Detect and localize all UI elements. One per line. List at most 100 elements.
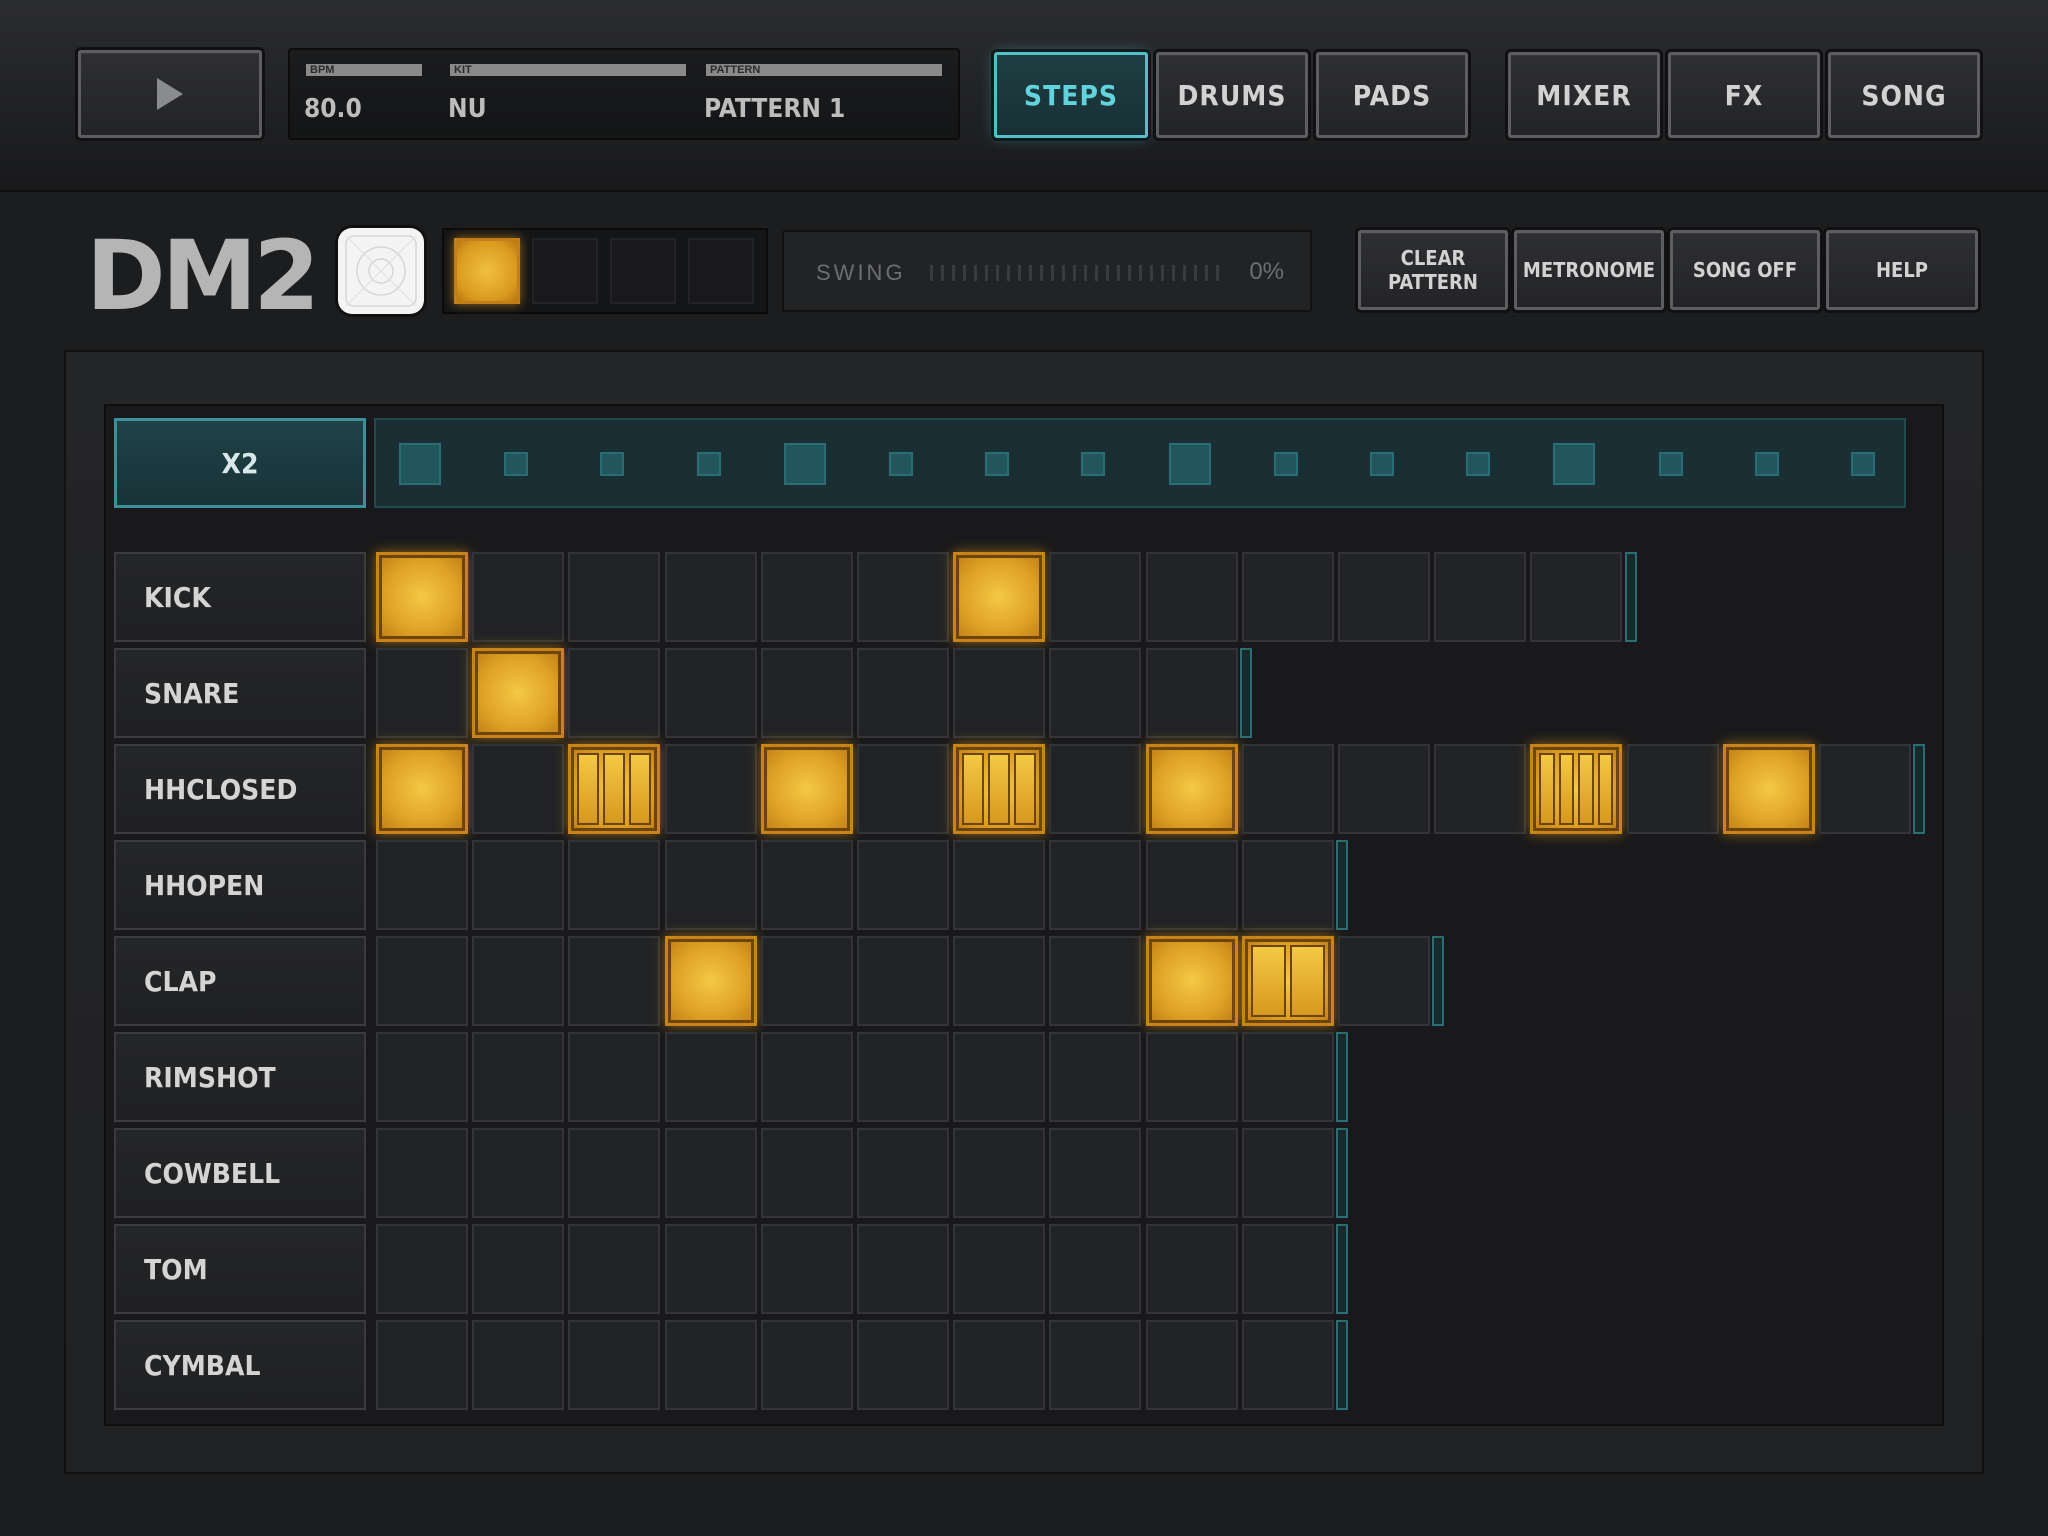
step-cell[interactable] [1145,1320,1238,1410]
step-cell[interactable] [857,744,949,834]
track-length-handle[interactable] [1336,1032,1348,1122]
pattern-slot[interactable] [454,238,520,304]
step-cell[interactable] [953,1128,1046,1218]
step-cell[interactable] [1338,552,1430,642]
step-cell-active[interactable] [1530,744,1623,834]
step-cell[interactable] [760,1320,853,1410]
step-cell[interactable] [568,936,661,1026]
track-length-handle[interactable] [1336,840,1348,930]
step-cell[interactable] [1145,1224,1238,1314]
step-cell[interactable] [376,1032,468,1122]
step-cell[interactable] [1434,744,1527,834]
play-button[interactable] [78,50,262,138]
kit-icon[interactable] [338,228,424,314]
step-cell[interactable] [664,1128,757,1218]
step-cell[interactable] [472,1224,565,1314]
swing-track[interactable] [930,265,1226,281]
step-cell[interactable] [472,1128,565,1218]
step-cell[interactable] [857,1128,949,1218]
track-label[interactable]: HHCLOSED [114,744,366,834]
step-cell[interactable] [1241,1128,1334,1218]
tab-drums[interactable]: DRUMS [1156,52,1308,138]
step-cell-active[interactable] [664,936,757,1026]
track-length-handle[interactable] [1336,1224,1348,1314]
step-cell[interactable] [568,648,661,738]
step-cell[interactable] [1049,1320,1142,1410]
step-cell-active[interactable] [760,744,853,834]
step-cell[interactable] [472,1032,565,1122]
step-cell[interactable] [472,552,565,642]
step-cell[interactable] [664,1224,757,1314]
step-cell[interactable] [953,648,1046,738]
step-cell[interactable] [376,936,468,1026]
step-cell[interactable] [1145,1032,1238,1122]
step-cell[interactable] [760,552,853,642]
step-cell-active[interactable] [472,648,565,738]
step-cell[interactable] [953,840,1046,930]
step-cell[interactable] [1049,936,1142,1026]
step-cell[interactable] [568,1224,661,1314]
step-cell-active[interactable] [1241,936,1334,1026]
step-cell[interactable] [1049,744,1142,834]
tab-mixer[interactable]: MIXER [1508,52,1660,138]
step-cell[interactable] [472,744,565,834]
step-cell[interactable] [760,840,853,930]
step-cell[interactable] [664,648,757,738]
step-cell[interactable] [1049,552,1142,642]
step-cell[interactable] [760,1032,853,1122]
step-cell-active[interactable] [1145,744,1238,834]
step-cell[interactable] [568,1032,661,1122]
pattern-slot[interactable] [610,238,676,304]
step-cell[interactable] [953,1320,1046,1410]
pattern-slot[interactable] [688,238,754,304]
step-cell[interactable] [376,840,468,930]
step-cell-active[interactable] [1145,936,1238,1026]
step-cell[interactable] [1145,840,1238,930]
step-cell[interactable] [857,1224,949,1314]
swing-slider[interactable]: SWING 0% [782,230,1312,312]
step-cell[interactable] [1530,552,1623,642]
track-length-handle[interactable] [1624,552,1637,642]
bpm-value[interactable]: 80.0 [304,94,362,124]
track-label[interactable]: TOM [114,1224,366,1314]
kit-value[interactable]: NU [448,94,487,124]
track-label[interactable]: CYMBAL [114,1320,366,1410]
step-multiplier-button[interactable]: X2 [114,418,366,508]
track-length-handle[interactable] [1432,936,1445,1026]
step-cell-active[interactable] [953,744,1046,834]
track-label[interactable]: SNARE [114,648,366,738]
step-cell[interactable] [568,840,661,930]
step-cell[interactable] [857,936,949,1026]
step-cell[interactable] [568,1320,661,1410]
track-length-handle[interactable] [1336,1128,1348,1218]
step-cell[interactable] [1434,552,1527,642]
step-cell[interactable] [1338,744,1430,834]
tab-song[interactable]: SONG [1828,52,1980,138]
step-cell[interactable] [568,1128,661,1218]
step-cell[interactable] [1049,1032,1142,1122]
step-cell[interactable] [1049,1128,1142,1218]
step-cell[interactable] [1145,1128,1238,1218]
step-cell[interactable] [1241,1224,1334,1314]
step-cell[interactable] [1145,552,1238,642]
step-cell[interactable] [1241,1320,1334,1410]
step-cell[interactable] [1626,744,1719,834]
step-cell[interactable] [857,648,949,738]
step-cell[interactable] [857,1320,949,1410]
track-label[interactable]: RIMSHOT [114,1032,366,1122]
step-cell[interactable] [1241,744,1334,834]
step-cell-active[interactable] [568,744,661,834]
track-length-handle[interactable] [1913,744,1926,834]
step-cell[interactable] [376,1224,468,1314]
step-cell-active[interactable] [1722,744,1815,834]
step-cell[interactable] [1241,840,1334,930]
track-length-handle[interactable] [1336,1320,1348,1410]
step-cell[interactable] [857,840,949,930]
step-cell[interactable] [568,552,661,642]
tab-steps[interactable]: STEPS [994,52,1148,138]
step-cell[interactable] [664,1320,757,1410]
step-cell[interactable] [953,936,1046,1026]
step-cell-active[interactable] [953,552,1046,642]
step-cell[interactable] [376,1128,468,1218]
step-cell[interactable] [953,1032,1046,1122]
